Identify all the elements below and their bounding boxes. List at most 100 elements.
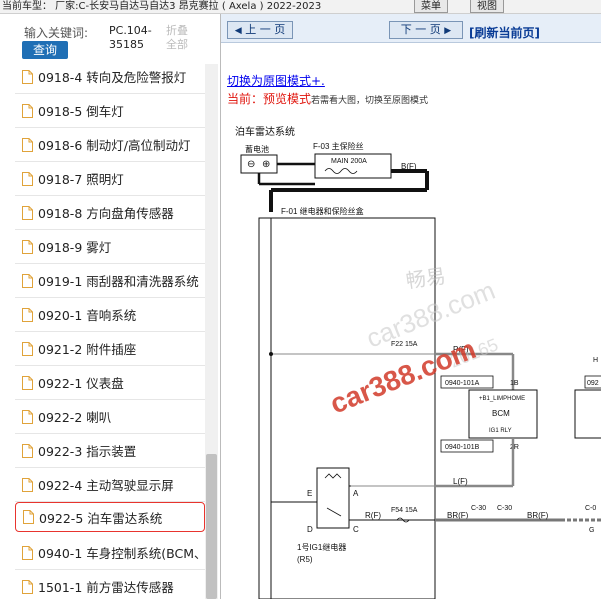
bcm-bottom-label: IG1 RLY: [489, 428, 512, 434]
relay-pin-d: D: [307, 525, 313, 534]
refresh-page-link[interactable]: [刷新当前页]: [469, 24, 540, 41]
watermark-text-1: 畅易: [404, 265, 447, 293]
wire-lf-label: L(F): [453, 477, 468, 486]
list-item[interactable]: 0918-5 倒车灯: [15, 94, 205, 128]
list-item[interactable]: 1501-1 前方雷达传感器: [15, 570, 205, 599]
list-item-label: 0922-1 仪表盘: [38, 376, 124, 391]
list-item-label: 0918-9 雾灯: [38, 240, 112, 255]
wire-bf-label: B(F): [401, 162, 417, 171]
document-icon: [22, 307, 33, 322]
prev-page-label: 上 一 页: [245, 23, 286, 36]
list-item-label: 0920-1 音响系统: [38, 308, 137, 323]
left-panel: 输入关键词: 查询 PC.104-35185 折叠全部 0918-4 转向及危险…: [0, 14, 220, 599]
list-item-label: 0922-2 喇叭: [38, 410, 112, 425]
list-item[interactable]: 0921-2 附件插座: [15, 332, 205, 366]
document-icon: [22, 477, 33, 492]
main-fuse-label: F-03 主保险丝: [313, 141, 364, 151]
next-page-label: 下 一 页: [400, 23, 441, 36]
list-item-label: 0918-6 制动灯/高位制动灯: [38, 138, 191, 153]
connector-c30-b: C-30: [497, 505, 512, 512]
document-icon: [22, 171, 33, 186]
menu-tab[interactable]: 菜单: [414, 0, 448, 13]
document-icon: [22, 103, 33, 118]
vehicle-path-bar: 当前车型： 厂家:C-长安马自达马自达3 昂克赛拉 ( Axela ) 2022…: [0, 0, 601, 14]
main-fuse-rating: MAIN 200A: [331, 158, 367, 165]
bcm-top-label: +B1_LIMPHOME: [479, 396, 525, 402]
search-area: 输入关键词: 查询 PC.104-35185 折叠全部: [0, 14, 220, 64]
list-item[interactable]: 0922-1 仪表盘: [15, 366, 205, 400]
relay-code-label: (R5): [297, 555, 313, 564]
list-item-label: 0919-1 雨刮器和清洗器系统: [38, 274, 199, 289]
keyword-label: 输入关键词:: [24, 26, 89, 40]
relay-box-label: F-01 继电器和保险丝盒: [281, 206, 364, 216]
document-icon: [22, 545, 33, 560]
list-item[interactable]: 0918-4 转向及危险警报灯: [15, 64, 205, 94]
view-tab[interactable]: 视图: [470, 0, 504, 13]
code-text: PC.104-35185: [109, 24, 152, 51]
switch-original-mode-link[interactable]: 切换为原图模式+.: [227, 72, 325, 89]
current-mode-note: 若需看大图，切换至原图模式: [311, 96, 429, 106]
document-icon: [22, 239, 33, 254]
list-item[interactable]: 0922-2 喇叭: [15, 400, 205, 434]
next-page-button[interactable]: 下 一 页 ▶: [389, 21, 463, 39]
list-item[interactable]: 0920-1 音响系统: [15, 298, 205, 332]
page-nav-bar: ◀ 上 一 页 下 一 页 ▶ [刷新当前页]: [221, 14, 601, 43]
diagram-title: 泊车雷达系统: [235, 125, 295, 138]
list-item-label: 0918-5 倒车灯: [38, 104, 124, 119]
list-scrollbar[interactable]: [205, 64, 218, 599]
relay-pin-a: A: [353, 489, 359, 498]
list-item[interactable]: 0922-5 泊车雷达系统: [15, 502, 205, 532]
topic-list: 0918-4 转向及危险警报灯 0918-5 倒车灯 0918-6 制动灯/高位制动…: [0, 64, 205, 599]
wire-brf-label-2: BR(F): [527, 511, 549, 520]
search-button[interactable]: 查询: [22, 41, 68, 59]
partial-module: [574, 389, 601, 439]
list-item-label: 0922-3 指示装置: [38, 444, 137, 459]
document-icon: [22, 579, 33, 594]
collapse-all-link[interactable]: 折叠全部: [166, 24, 194, 52]
list-item-label: 0940-1 车身控制系统(BCM、: [38, 546, 205, 561]
document-icon: [22, 375, 33, 390]
document-icon: [22, 341, 33, 356]
prev-arrow-icon: ◀: [234, 26, 242, 36]
connector-092-label: 092: [587, 380, 599, 387]
list-item-label: 0922-5 泊车雷达系统: [39, 510, 163, 526]
current-mode-line: 当前：预览模式若需看大图，切换至原图模式: [227, 90, 428, 107]
ig1-relay: [316, 467, 350, 529]
vehicle-path-text: 当前车型： 厂家:C-长安马自达马自达3 昂克赛拉 ( Axela ) 2022…: [2, 1, 322, 12]
list-item-label: 0918-4 转向及危险警报灯: [38, 70, 187, 85]
pin-1b-label: 1B: [510, 380, 519, 387]
wire-rf-label: R(F): [365, 511, 381, 520]
next-arrow-icon: ▶: [444, 26, 452, 36]
list-item-label: 0918-7 照明灯: [38, 172, 124, 187]
battery-plus-icon: ⊕: [262, 159, 270, 170]
list-item[interactable]: 0922-3 指示装置: [15, 434, 205, 468]
relay-pin-e: E: [307, 489, 312, 498]
fuse-f54-label: F54 15A: [391, 507, 418, 514]
list-item-label: 1501-1 前方雷达传感器: [38, 580, 174, 595]
scroll-thumb[interactable]: [206, 454, 217, 599]
battery-label: 蓄电池: [245, 144, 269, 154]
document-icon: [22, 409, 33, 424]
connector-c30-a: C-30: [471, 505, 486, 512]
connector-c0: C-0: [585, 505, 596, 512]
list-item[interactable]: 0918-8 方向盘角传感器: [15, 196, 205, 230]
connector-101a-label: 0940-101A: [445, 380, 480, 387]
list-item[interactable]: 0918-9 雾灯: [15, 230, 205, 264]
wiring-diagram[interactable]: 泊车雷达系统 蓄电池 ⊖ ⊕ F-03 主保险丝 MAIN 200A B(F) …: [221, 122, 601, 599]
list-item-label: 0918-8 方向盘角传感器: [38, 206, 174, 221]
list-item[interactable]: 0922-4 主动驾驶显示屏: [15, 468, 205, 502]
prev-page-button[interactable]: ◀ 上 一 页: [227, 21, 293, 39]
list-item[interactable]: 0940-1 车身控制系统(BCM、: [15, 536, 205, 570]
document-icon: [22, 443, 33, 458]
list-item-label: 0921-2 附件插座: [38, 342, 137, 357]
list-item[interactable]: 0918-7 照明灯: [15, 162, 205, 196]
content-panel: ◀ 上 一 页 下 一 页 ▶ [刷新当前页] 切换为原图模式+. 当前：预览模…: [220, 14, 601, 599]
list-item[interactable]: 0919-1 雨刮器和清洗器系统: [15, 264, 205, 298]
pin-h-label: H: [593, 357, 598, 364]
connector-101b-label: 0940-101B: [445, 444, 480, 451]
current-mode-prefix: 当前：: [227, 92, 264, 106]
pin-g-label: G: [589, 527, 594, 534]
document-icon: [23, 510, 34, 524]
current-mode-value: 预览模式: [263, 92, 312, 106]
list-item[interactable]: 0918-6 制动灯/高位制动灯: [15, 128, 205, 162]
